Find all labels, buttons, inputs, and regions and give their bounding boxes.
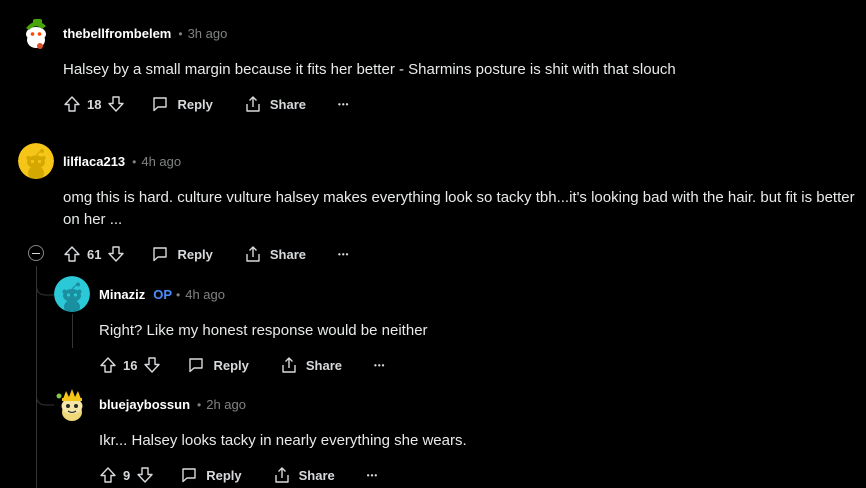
upvote-icon[interactable] [99,466,117,484]
comment-body: Ikr... Halsey looks tacky in nearly ever… [99,432,467,449]
reply-label: Reply [213,357,249,373]
timestamp[interactable]: 3h ago [188,26,228,41]
vote-count: 61 [87,246,102,262]
separator-dot: • [176,287,181,302]
reply-button[interactable]: Reply [151,245,213,263]
vote-count: 9 [123,467,131,483]
separator-dot: • [197,397,202,412]
speech-bubble-icon [187,356,205,374]
timestamp[interactable]: 2h ago [206,397,246,412]
share-button[interactable]: Share [244,95,306,113]
vote-group: 16 [99,356,161,374]
snoo-avatar-teal-icon[interactable] [54,276,90,312]
reply-button[interactable]: Reply [151,95,213,113]
comment-header: Minaziz OP • 4h ago [99,287,225,302]
reply-label: Reply [177,96,213,112]
comment-actions: 61 Reply Share ••• [63,242,349,266]
op-badge: OP [153,287,173,302]
reply-label: Reply [206,467,242,483]
reply-button[interactable]: Reply [180,466,242,484]
share-label: Share [298,467,335,483]
thread-line-main [36,266,37,488]
vote-group: 61 [63,245,125,263]
share-icon [273,466,291,484]
downvote-icon[interactable] [143,356,161,374]
share-icon [244,95,262,113]
downvote-icon[interactable] [107,245,125,263]
timestamp[interactable]: 4h ago [141,154,181,169]
username[interactable]: bluejaybossun [99,397,190,412]
more-options-button[interactable]: ••• [374,361,385,370]
comment-header: lilflaca213 • 4h ago [63,154,181,169]
share-label: Share [269,96,307,112]
vote-count: 16 [123,357,138,373]
share-label: Share [269,246,307,262]
comment-actions: 18 Reply Share ••• [63,92,349,116]
collapse-thread-button[interactable] [28,245,44,261]
share-icon [244,245,262,263]
comment-body: Halsey by a small margin because it fits… [63,61,676,78]
separator-dot: • [178,26,183,41]
comment-header: thebellfrombelem • 3h ago [63,26,227,41]
timestamp[interactable]: 4h ago [185,287,225,302]
downvote-icon[interactable] [136,466,154,484]
share-button[interactable]: Share [280,356,342,374]
comment-body: Right? Like my honest response would be … [99,322,428,339]
speech-bubble-icon [180,466,198,484]
speech-bubble-icon [151,95,169,113]
username[interactable]: Minaziz [99,287,145,302]
upvote-icon[interactable] [99,356,117,374]
comment-thread: thebellfrombelem • 3h ago Halsey by a sm… [0,0,866,488]
username[interactable]: lilflaca213 [63,154,125,169]
comment-actions: 16 Reply Share ••• [99,353,385,377]
separator-dot: • [132,154,137,169]
vote-count: 18 [87,96,102,112]
thread-line-minaziz [72,314,73,348]
reply-button[interactable]: Reply [187,356,249,374]
thread-curve-2 [36,386,56,406]
snoo-avatar-yellow-icon[interactable] [18,143,54,179]
share-label: Share [305,357,343,373]
speech-bubble-icon [151,245,169,263]
more-options-button[interactable]: ••• [338,250,349,259]
more-options-button[interactable]: ••• [338,100,349,109]
downvote-icon[interactable] [107,95,125,113]
vote-group: 18 [63,95,125,113]
reply-label: Reply [177,246,213,262]
snoo-avatar-green-icon[interactable] [18,16,54,52]
share-icon [280,356,298,374]
snoo-avatar-yellow-hat-icon[interactable] [54,386,90,422]
thread-curve-1 [36,276,56,296]
upvote-icon[interactable] [63,95,81,113]
share-button[interactable]: Share [244,245,306,263]
username[interactable]: thebellfrombelem [63,26,171,41]
comment-header: bluejaybossun • 2h ago [99,397,246,412]
vote-group: 9 [99,466,154,484]
more-options-button[interactable]: ••• [367,471,378,480]
upvote-icon[interactable] [63,245,81,263]
comment-actions: 9 Reply Share ••• [99,463,378,487]
comment-body: omg this is hard. culture vulture halsey… [63,189,855,228]
share-button[interactable]: Share [273,466,335,484]
